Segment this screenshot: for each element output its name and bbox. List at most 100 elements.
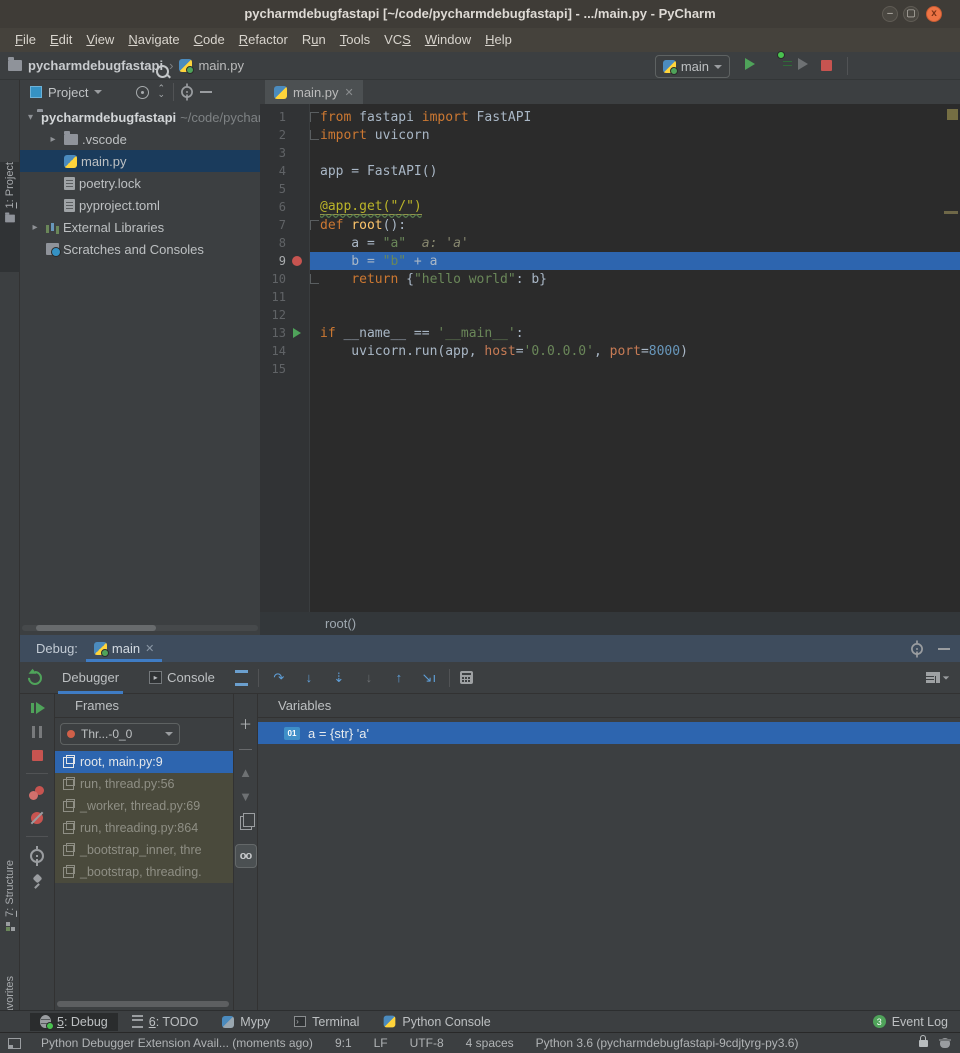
run-configuration-select[interactable]: main (655, 55, 730, 78)
gutter-line-5[interactable]: 5 (260, 180, 310, 198)
gutter-line-15[interactable]: 15 (260, 360, 310, 378)
menu-item-tools[interactable]: Tools (333, 28, 377, 52)
fold-marker-icon[interactable] (310, 130, 319, 140)
gutter-line-2[interactable]: 2 (260, 126, 310, 144)
breadcrumb-root-function[interactable]: root() (325, 616, 356, 631)
breakpoint-icon[interactable] (292, 256, 302, 266)
inspections-hector-icon[interactable] (940, 1038, 950, 1048)
warning-stripe-mark[interactable] (944, 211, 958, 214)
fold-marker-icon[interactable] (310, 274, 319, 284)
code-line-7[interactable]: 7def root(): (260, 216, 960, 234)
menu-item-refactor[interactable]: Refactor (232, 28, 295, 52)
event-log-button[interactable]: 3 Event Log (873, 1015, 948, 1029)
inspection-status-indicator[interactable] (947, 109, 958, 120)
code-line-6[interactable]: 6@app.get("/") (260, 198, 960, 216)
gutter-line-12[interactable]: 12 (260, 306, 310, 324)
gutter-line-14[interactable]: 14 (260, 342, 310, 360)
gutter-line-10[interactable]: 10 (260, 270, 310, 288)
code-line-8[interactable]: 8 a = "a" a: 'a' (260, 234, 960, 252)
menu-item-view[interactable]: View (79, 28, 121, 52)
menu-item-edit[interactable]: Edit (43, 28, 79, 52)
code-line-2[interactable]: 2import uvicorn (260, 126, 960, 144)
expand-chevron-icon[interactable]: ▾ (28, 112, 33, 123)
mute-breakpoints-icon[interactable] (31, 812, 43, 824)
fold-marker-icon[interactable] (310, 220, 319, 230)
project-scrollbar-thumb[interactable] (36, 625, 156, 631)
tab-debugger[interactable]: Debugger (52, 662, 129, 694)
step-out-icon[interactable]: ↑ (389, 670, 409, 685)
expand-chevron-icon[interactable]: ▸ (28, 222, 42, 233)
stop-button[interactable] (821, 60, 832, 71)
rerun-icon[interactable] (25, 668, 45, 688)
run-with-coverage-button[interactable] (798, 58, 808, 70)
toolwindow-mypy-button[interactable]: Mypy (212, 1013, 280, 1031)
code-line-1[interactable]: 1from fastapi import FastAPI (260, 108, 960, 126)
tree-item-poetry-lock[interactable]: poetry.lock (20, 172, 260, 194)
indent-setting[interactable]: 4 spaces (466, 1036, 514, 1050)
tab-console[interactable]: ▸ Console (139, 662, 225, 694)
code-line-4[interactable]: 4app = FastAPI() (260, 162, 960, 180)
line-ending[interactable]: LF (374, 1036, 388, 1050)
close-tab-icon[interactable]: ✕ (345, 86, 354, 99)
tab-main-py[interactable]: main.py ✕ (265, 80, 363, 104)
stop-icon[interactable] (32, 750, 43, 761)
caret-position[interactable]: 9:1 (335, 1036, 352, 1050)
menu-item-code[interactable]: Code (187, 28, 232, 52)
close-session-icon[interactable]: ✕ (145, 642, 154, 655)
collapse-all-icon[interactable] (155, 86, 167, 98)
breadcrumb-file[interactable]: main.py (198, 58, 244, 73)
debugger-settings-icon[interactable] (30, 849, 44, 863)
step-into-my-code-icon[interactable]: ⇣ (329, 670, 349, 686)
code-editor[interactable]: 1from fastapi import FastAPI2import uvic… (260, 104, 960, 612)
gear-icon[interactable] (182, 86, 194, 98)
run-to-cursor-icon[interactable]: ↘ı (419, 670, 439, 686)
frame-row-4[interactable]: _bootstrap_inner, thre (55, 839, 233, 861)
tree-item-main-py[interactable]: main.py (20, 150, 260, 172)
code-line-14[interactable]: 14 uvicorn.run(app, host='0.0.0.0', port… (260, 342, 960, 360)
chevron-down-icon[interactable] (94, 90, 102, 94)
gutter-line-8[interactable]: 8 (260, 234, 310, 252)
hide-tool-windows-icon[interactable] (8, 1038, 21, 1049)
frame-row-3[interactable]: run, threading.py:864 (55, 817, 233, 839)
breadcrumb-project[interactable]: pycharmdebugfastapi (28, 58, 163, 73)
close-button[interactable]: x (926, 6, 942, 22)
run-button[interactable] (745, 58, 755, 70)
force-step-into-icon[interactable]: ↓ (359, 670, 379, 685)
code-line-13[interactable]: 13if __name__ == '__main__': (260, 324, 960, 342)
gutter-line-4[interactable]: 4 (260, 162, 310, 180)
duplicate-watch-icon[interactable] (240, 816, 252, 830)
pin-tab-icon[interactable] (31, 875, 43, 889)
code-line-9[interactable]: 9 b = "b" + a (260, 252, 960, 270)
gutter-line-9[interactable]: 9 (260, 252, 310, 270)
move-up-icon[interactable]: ▲ (239, 768, 252, 778)
locate-file-icon[interactable] (136, 86, 149, 99)
gutter-line-11[interactable]: 11 (260, 288, 310, 306)
maximize-button[interactable]: ▢ (903, 6, 919, 22)
code-line-3[interactable]: 3 (260, 144, 960, 162)
menu-item-vcs[interactable]: VCS (377, 28, 418, 52)
menu-item-run[interactable]: Run (295, 28, 333, 52)
python-interpreter[interactable]: Python 3.6 (pycharmdebugfastapi-9cdjtyrg… (536, 1036, 799, 1050)
menu-item-navigate[interactable]: Navigate (121, 28, 186, 52)
gutter-line-13[interactable]: 13 (260, 324, 310, 342)
debug-session-tab[interactable]: main ✕ (86, 635, 162, 662)
frame-row-5[interactable]: _bootstrap, threading. (55, 861, 233, 883)
tree-item-pyproject-toml[interactable]: pyproject.toml (20, 194, 260, 216)
frame-row-1[interactable]: run, thread.py:56 (55, 773, 233, 795)
code-line-5[interactable]: 5 (260, 180, 960, 198)
file-encoding[interactable]: UTF-8 (410, 1036, 444, 1050)
view-options-icon[interactable] (235, 670, 248, 686)
toolwindow-todo-button[interactable]: 6: TODO (122, 1013, 209, 1031)
toolwindow-debug-button[interactable]: 5: Debug (30, 1013, 118, 1031)
lock-icon[interactable] (919, 1040, 928, 1047)
sidebar-item-project[interactable]: 1: Project (0, 162, 20, 272)
layout-settings-button[interactable] (926, 672, 950, 683)
menu-item-file[interactable]: File (8, 28, 43, 52)
code-line-10[interactable]: 10 return {"hello world": b} (260, 270, 960, 288)
code-line-11[interactable]: 11 (260, 288, 960, 306)
code-line-12[interactable]: 12 (260, 306, 960, 324)
toolwindow-python-console-button[interactable]: Python Console (373, 1013, 500, 1031)
status-message[interactable]: Python Debugger Extension Avail... (mome… (41, 1036, 313, 1050)
pause-program-icon[interactable] (32, 726, 42, 738)
run-gutter-icon[interactable] (293, 328, 301, 338)
